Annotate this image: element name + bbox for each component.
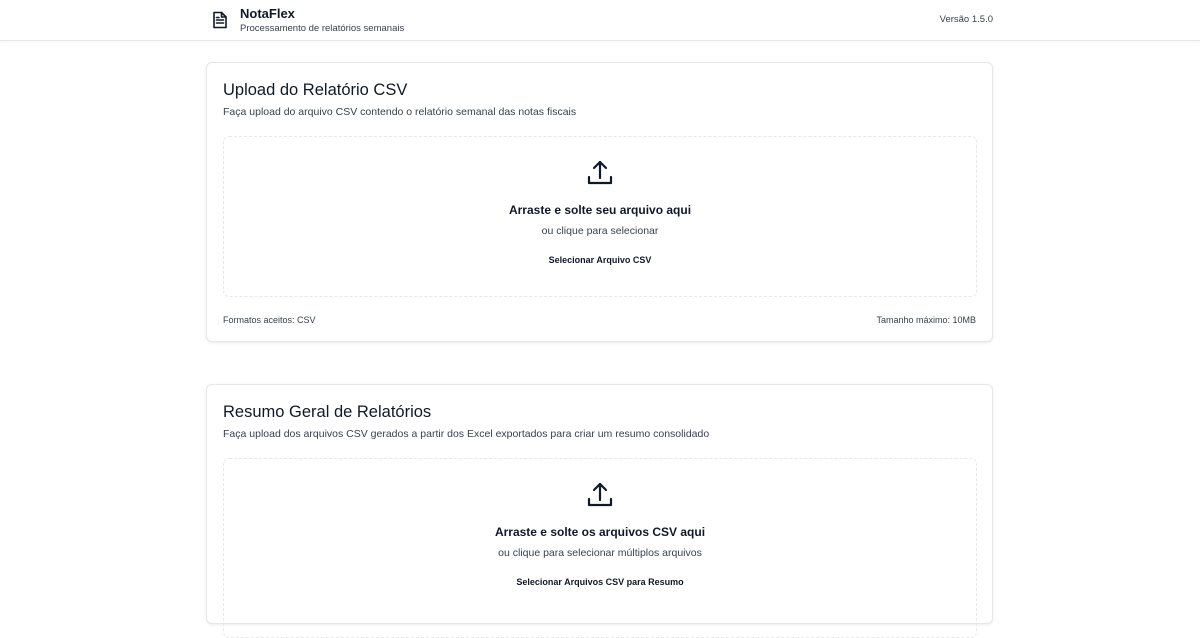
dropzone-subtitle: ou clique para selecionar (541, 225, 659, 237)
app-header: NotaFlex Processamento de relatórios sem… (0, 0, 1200, 41)
summary-dropzone-title: Arraste e solte os arquivos CSV aqui (494, 525, 706, 539)
header-container: NotaFlex Processamento de relatórios sem… (207, 0, 993, 41)
select-summary-csv-button[interactable]: Selecionar Arquivos CSV para Resumo (506, 573, 693, 591)
upload-card-description: Faça upload do arquivo CSV contendo o re… (223, 106, 577, 118)
dropzone-title: Arraste e solte seu arquivo aqui (508, 203, 692, 217)
max-file-size: Tamanho máximo: 10MB (876, 315, 976, 325)
app-name: NotaFlex (240, 6, 295, 21)
accepted-formats: Formatos aceitos: CSV (223, 315, 316, 325)
upload-icon (586, 481, 614, 509)
summary-dropzone-subtitle: ou clique para selecionar múltiplos arqu… (498, 547, 702, 559)
app-subtitle: Processamento de relatórios semanais (240, 23, 405, 34)
version-label: Versão 1.5.0 (939, 14, 993, 25)
upload-icon (586, 159, 614, 187)
upload-report-card: Upload do Relatório CSV Faça upload do a… (206, 62, 993, 342)
csv-dropzone[interactable]: Arraste e solte seu arquivo aqui ou cliq… (223, 136, 977, 297)
summary-report-card: Resumo Geral de Relatórios Faça upload d… (206, 384, 993, 638)
summary-card-title: Resumo Geral de Relatórios (223, 403, 432, 421)
upload-card-title: Upload do Relatório CSV (223, 81, 408, 99)
summary-dropzone[interactable]: Arraste e solte os arquivos CSV aqui ou … (223, 458, 977, 638)
file-text-icon (212, 11, 228, 29)
select-csv-button[interactable]: Selecionar Arquivo CSV (539, 251, 662, 269)
summary-card-description: Faça upload dos arquivos CSV gerados a p… (223, 428, 710, 440)
